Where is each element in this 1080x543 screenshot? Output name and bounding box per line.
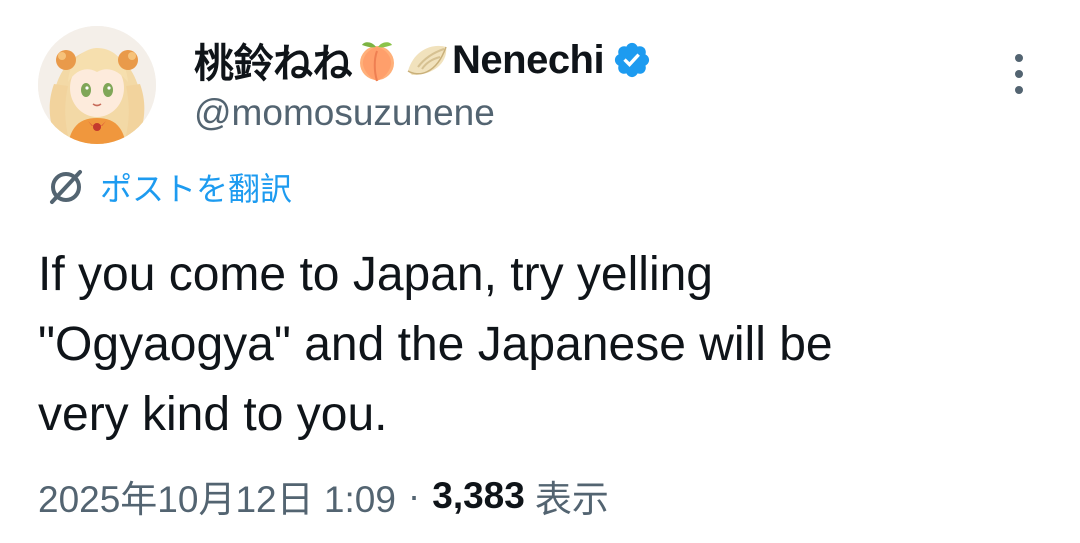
tweet-meta: 2025年10月12日 1:09 · 3,383 表示 <box>38 470 609 522</box>
avatar[interactable] <box>38 26 156 144</box>
author-display-name-suffix[interactable]: Nenechi <box>452 38 605 83</box>
avatar-image <box>38 26 156 144</box>
views-label: 表示 <box>534 479 609 520</box>
more-vertical-icon <box>1015 54 1023 62</box>
translate-globe-icon <box>50 170 82 204</box>
view-count[interactable]: 3,383 <box>432 475 525 517</box>
meta-separator: · <box>407 475 421 516</box>
translate-post-label[interactable]: ポストを翻訳 <box>100 164 292 210</box>
more-options-button[interactable] <box>1006 52 1032 96</box>
peach-emoji <box>360 42 394 82</box>
tweet-body-text: If you come to Japan, try yelling "Ogyao… <box>38 248 833 441</box>
author-handle[interactable]: @momosuzunene <box>194 92 495 134</box>
tweet-timestamp[interactable]: 2025年10月12日 1:09 <box>38 469 396 523</box>
dumpling-emoji <box>407 45 447 75</box>
translate-post-link[interactable]: ポストを翻訳 <box>44 166 292 208</box>
author-display-name[interactable]: 桃鈴ねね <box>194 31 353 89</box>
verified-badge-icon[interactable] <box>612 40 652 80</box>
author-name-row[interactable]: 桃鈴ねね Nenechi <box>194 32 652 88</box>
